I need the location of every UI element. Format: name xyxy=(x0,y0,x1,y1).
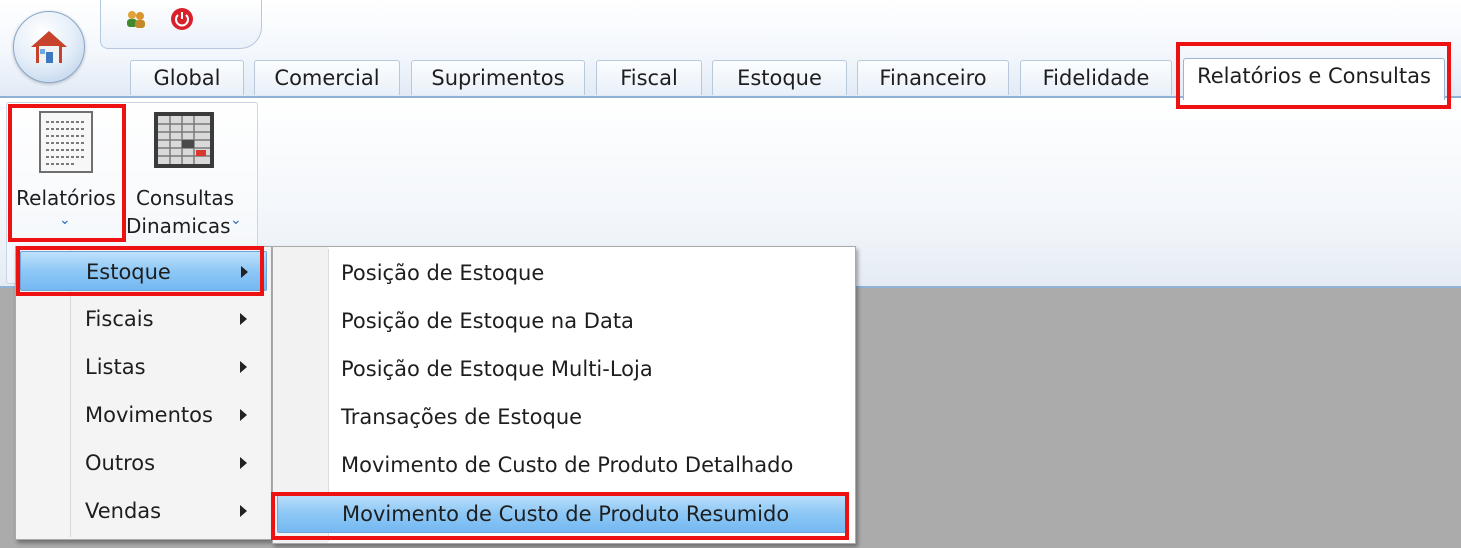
consultas-dinamicas-button[interactable]: Consultas Dinamicas ⌄ xyxy=(126,108,244,238)
submenu-item-custo-detalhado[interactable]: Movimento de Custo de Produto Detalhado xyxy=(277,445,849,485)
submenu-item-label: Posição de Estoque xyxy=(341,261,545,285)
spreadsheet-icon xyxy=(152,110,216,178)
tab-suprimentos[interactable]: Suprimentos xyxy=(411,60,585,95)
submenu-arrow-icon xyxy=(241,266,248,278)
menu-item-label: Outros xyxy=(85,451,156,475)
tab-estoque[interactable]: Estoque xyxy=(712,60,847,95)
relatorios-label: Relatórios xyxy=(16,186,116,210)
submenu-item-label: Movimento de Custo de Produto Detalhado xyxy=(341,453,794,477)
quick-access-toolbar xyxy=(100,0,262,49)
submenu-item-label: Posição de Estoque na Data xyxy=(341,309,634,333)
tab-financeiro[interactable]: Financeiro xyxy=(857,60,1009,95)
relatorios-button[interactable]: Relatórios ⌄ xyxy=(12,108,120,236)
submenu-item-label: Posição de Estoque Multi-Loja xyxy=(341,357,653,381)
submenu-arrow-icon xyxy=(240,313,247,325)
submenu-item-label: Movimento de Custo de Produto Resumido xyxy=(342,502,790,526)
submenu-item-transacoes-de-estoque[interactable]: Transações de Estoque xyxy=(277,397,849,437)
menu-item-vendas[interactable]: Vendas xyxy=(20,491,267,531)
power-icon[interactable] xyxy=(169,6,195,32)
menu-item-label: Estoque xyxy=(86,260,171,284)
submenu-item-posicao-multi-loja[interactable]: Posição de Estoque Multi-Loja xyxy=(277,349,849,389)
users-icon[interactable] xyxy=(123,6,149,32)
submenu-item-posicao-de-estoque-na-data[interactable]: Posição de Estoque na Data xyxy=(277,301,849,341)
chevron-down-icon: ⌄ xyxy=(230,212,242,228)
tab-fidelidade[interactable]: Fidelidade xyxy=(1020,60,1172,95)
submenu-arrow-icon xyxy=(240,361,247,373)
submenu-item-posicao-de-estoque[interactable]: Posição de Estoque xyxy=(277,253,849,293)
submenu-arrow-icon xyxy=(240,457,247,469)
estoque-submenu: Posição de Estoque Posição de Estoque na… xyxy=(272,246,856,544)
submenu-arrow-icon xyxy=(240,505,247,517)
menu-item-estoque[interactable]: Estoque xyxy=(20,251,267,291)
report-document-icon xyxy=(34,110,98,178)
tab-fiscal[interactable]: Fiscal xyxy=(596,60,702,95)
menu-item-label: Movimentos xyxy=(85,403,213,427)
menu-item-label: Vendas xyxy=(85,499,162,523)
tab-global[interactable]: Global xyxy=(130,60,244,95)
menu-item-movimentos[interactable]: Movimentos xyxy=(20,395,267,435)
submenu-item-label: Transações de Estoque xyxy=(341,405,583,429)
menu-item-outros[interactable]: Outros xyxy=(20,443,267,483)
menu-item-fiscais[interactable]: Fiscais xyxy=(20,299,267,339)
tab-comercial[interactable]: Comercial xyxy=(254,60,400,95)
consultas-label: Consultas xyxy=(135,186,235,210)
submenu-item-custo-resumido[interactable]: Movimento de Custo de Produto Resumido xyxy=(277,493,849,533)
menu-item-listas[interactable]: Listas xyxy=(20,347,267,387)
chevron-down-icon: ⌄ xyxy=(59,212,71,228)
menu-item-label: Listas xyxy=(85,355,146,379)
dinamicas-label: Dinamicas xyxy=(126,214,231,238)
relatorios-dropdown-menu: Estoque Fiscais Listas Movimentos Outros… xyxy=(15,246,272,540)
menu-item-label: Fiscais xyxy=(85,307,154,331)
tab-relatorios-e-consultas[interactable]: Relatórios e Consultas xyxy=(1183,58,1445,100)
submenu-arrow-icon xyxy=(240,409,247,421)
